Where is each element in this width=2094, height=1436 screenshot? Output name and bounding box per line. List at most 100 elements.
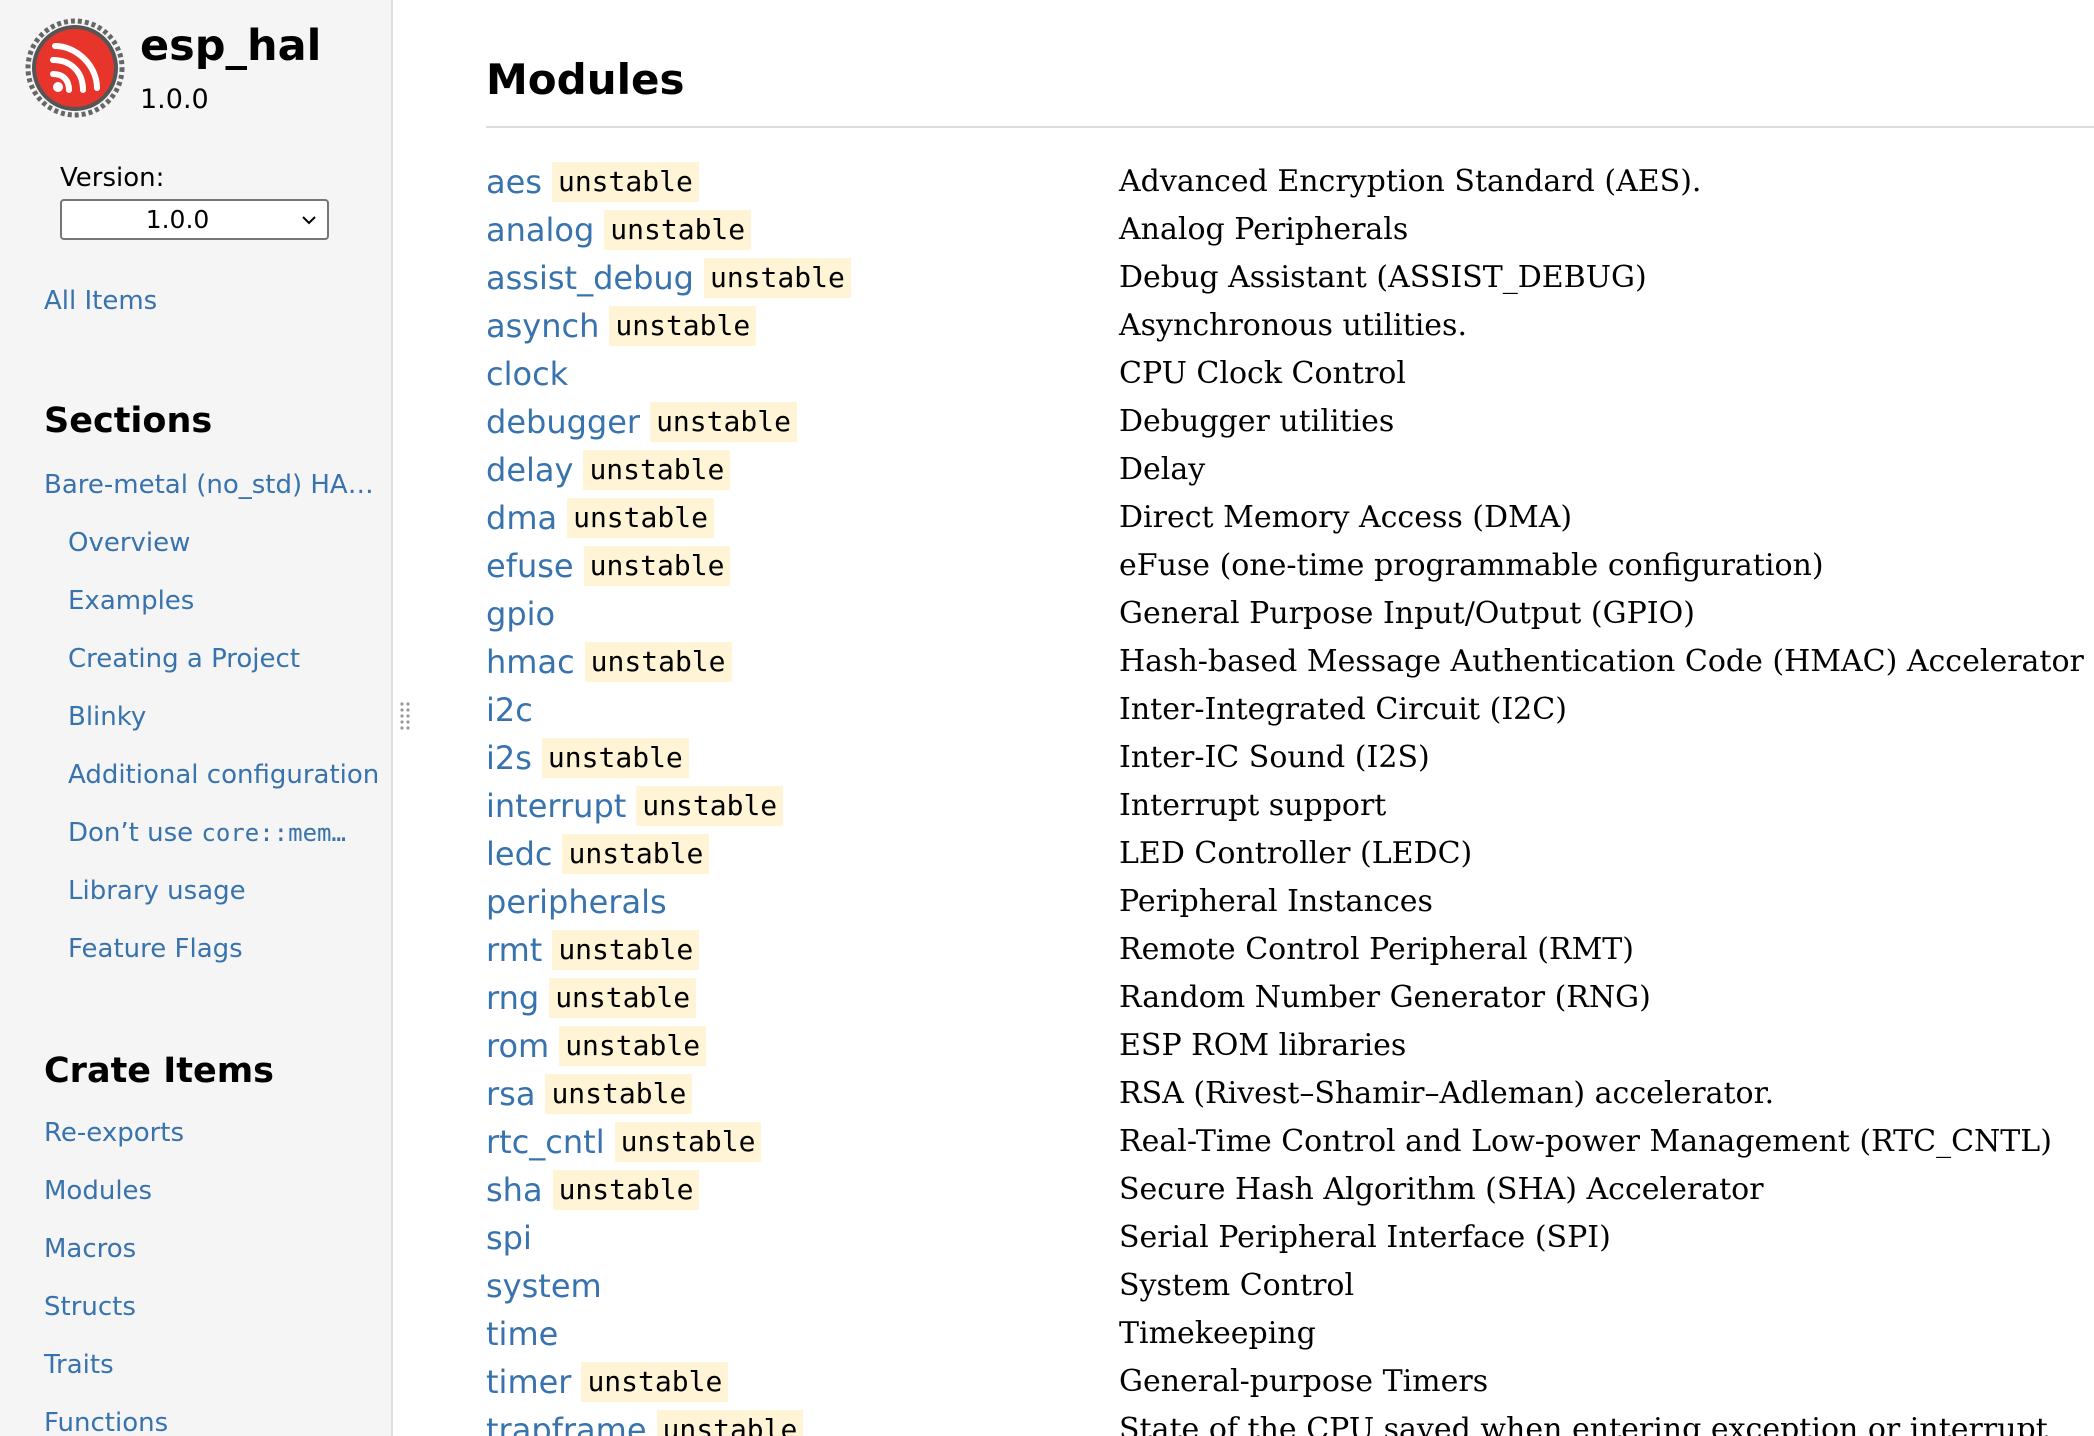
unstable-badge: unstable <box>636 786 784 826</box>
module-row: rom unstable ESP ROM libraries <box>486 1022 2094 1070</box>
module-name[interactable]: rom <box>486 1027 549 1065</box>
module-link[interactable]: hmac unstable <box>486 642 732 682</box>
module-name[interactable]: efuse <box>486 547 574 585</box>
module-link[interactable]: ledc unstable <box>486 834 710 874</box>
sidebar: esp_hal 1.0.0 Version: 1.0.0 All Items S… <box>0 0 393 1436</box>
unstable-badge: unstable <box>559 1026 707 1066</box>
version-select-value: 1.0.0 <box>145 205 210 234</box>
module-link[interactable]: rom unstable <box>486 1026 707 1066</box>
unstable-badge: unstable <box>552 1170 700 1210</box>
module-name[interactable]: sha <box>486 1171 543 1209</box>
module-name[interactable]: spi <box>486 1219 532 1257</box>
module-link[interactable]: analog unstable <box>486 210 752 250</box>
module-link[interactable]: asynch unstable <box>486 306 757 346</box>
unstable-badge: unstable <box>551 162 699 202</box>
sidebar-item-reexports[interactable]: Re-exports <box>44 1115 184 1151</box>
sidebar-item-functions[interactable]: Functions <box>44 1405 168 1436</box>
module-name[interactable]: rtc_cntl <box>486 1123 605 1161</box>
module-link[interactable]: dma unstable <box>486 498 714 538</box>
module-name[interactable]: delay <box>486 451 573 489</box>
module-row: clock CPU Clock Control <box>486 350 2094 398</box>
sidebar-section-dont-use[interactable]: Don’t use core::mem… <box>68 815 346 851</box>
module-link[interactable]: time <box>486 1314 558 1354</box>
module-name[interactable]: rmt <box>486 931 542 969</box>
crate-name[interactable]: esp_hal <box>140 18 321 74</box>
module-description: Advanced Encryption Standard (AES). <box>1119 164 1702 199</box>
sidebar-item-modules[interactable]: Modules <box>44 1173 152 1209</box>
module-description: Peripheral Instances <box>1119 884 1433 919</box>
unstable-badge: unstable <box>562 834 710 874</box>
all-items-link[interactable]: All Items <box>44 283 157 319</box>
module-name[interactable]: trapframe <box>486 1411 647 1436</box>
drag-handle-icon[interactable] <box>398 700 412 732</box>
module-name[interactable]: dma <box>486 499 557 537</box>
unstable-badge: unstable <box>604 210 752 250</box>
module-name[interactable]: time <box>486 1315 558 1353</box>
sidebar-section-library-usage[interactable]: Library usage <box>68 873 246 909</box>
version-select[interactable]: 1.0.0 <box>60 199 329 240</box>
module-link[interactable]: i2s unstable <box>486 738 689 778</box>
module-link[interactable]: i2c <box>486 690 533 730</box>
module-description: Secure Hash Algorithm (SHA) Accelerator <box>1119 1172 1764 1207</box>
module-name[interactable]: system <box>486 1267 602 1305</box>
sidebar-section-feature-flags[interactable]: Feature Flags <box>68 931 243 967</box>
module-link[interactable]: sha unstable <box>486 1170 700 1210</box>
unstable-badge: unstable <box>583 546 731 586</box>
unstable-badge: unstable <box>541 738 689 778</box>
module-name[interactable]: i2s <box>486 739 532 777</box>
module-name[interactable]: peripherals <box>486 883 667 921</box>
dont-use-code: core::mem… <box>201 819 346 847</box>
module-link[interactable]: peripherals <box>486 882 667 922</box>
sidebar-item-traits[interactable]: Traits <box>44 1347 114 1383</box>
sidebar-section-overview[interactable]: Overview <box>68 525 190 561</box>
sidebar-section-examples[interactable]: Examples <box>68 583 194 619</box>
espressif-logo-icon[interactable] <box>25 18 125 118</box>
module-link[interactable]: efuse unstable <box>486 546 731 586</box>
module-name[interactable]: assist_debug <box>486 259 694 297</box>
module-row: i2s unstable Inter-IC Sound (I2S) <box>486 734 2094 782</box>
module-name[interactable]: hmac <box>486 643 575 681</box>
module-name[interactable]: aes <box>486 163 542 201</box>
module-link[interactable]: rng unstable <box>486 978 697 1018</box>
sidebar-section-bare-metal[interactable]: Bare-metal (no_std) HA… <box>44 467 374 503</box>
module-link[interactable]: clock <box>486 354 568 394</box>
module-name[interactable]: debugger <box>486 403 640 441</box>
module-name[interactable]: gpio <box>486 595 555 633</box>
sidebar-item-structs[interactable]: Structs <box>44 1289 136 1325</box>
module-name[interactable]: asynch <box>486 307 599 345</box>
module-name[interactable]: interrupt <box>486 787 626 825</box>
module-description: Delay <box>1119 452 1206 487</box>
crate-items-heading: Crate Items <box>44 1051 275 1091</box>
sidebar-section-blinky[interactable]: Blinky <box>68 699 146 735</box>
module-link[interactable]: gpio <box>486 594 555 634</box>
sidebar-section-additional-config[interactable]: Additional configuration <box>68 757 379 793</box>
module-link[interactable]: system <box>486 1266 602 1306</box>
module-name[interactable]: timer <box>486 1363 571 1401</box>
module-link[interactable]: delay unstable <box>486 450 731 490</box>
module-link[interactable]: rsa unstable <box>486 1074 693 1114</box>
module-link[interactable]: timer unstable <box>486 1362 729 1402</box>
module-description: Debugger utilities <box>1119 404 1395 439</box>
module-link[interactable]: trapframe unstable <box>486 1410 804 1436</box>
module-link[interactable]: debugger unstable <box>486 402 797 442</box>
module-name[interactable]: clock <box>486 355 568 393</box>
module-link[interactable]: assist_debug unstable <box>486 258 851 298</box>
unstable-badge: unstable <box>650 402 797 442</box>
module-description: LED Controller (LEDC) <box>1119 836 1473 871</box>
sidebar-item-macros[interactable]: Macros <box>44 1231 136 1267</box>
module-name[interactable]: ledc <box>486 835 552 873</box>
unstable-badge: unstable <box>609 306 757 346</box>
module-link[interactable]: spi <box>486 1218 532 1258</box>
module-name[interactable]: i2c <box>486 691 533 729</box>
module-description: Timekeeping <box>1119 1316 1316 1351</box>
module-row: delay unstable Delay <box>486 446 2094 494</box>
module-link[interactable]: interrupt unstable <box>486 786 784 826</box>
module-name[interactable]: analog <box>486 211 594 249</box>
module-name[interactable]: rsa <box>486 1075 535 1113</box>
module-name[interactable]: rng <box>486 979 539 1017</box>
module-row: trapframe unstable State of the CPU saved … <box>486 1406 2094 1436</box>
module-link[interactable]: rtc_cntl unstable <box>486 1122 762 1162</box>
module-link[interactable]: aes unstable <box>486 162 699 202</box>
module-link[interactable]: rmt unstable <box>486 930 700 970</box>
sidebar-section-creating-project[interactable]: Creating a Project <box>68 641 300 677</box>
